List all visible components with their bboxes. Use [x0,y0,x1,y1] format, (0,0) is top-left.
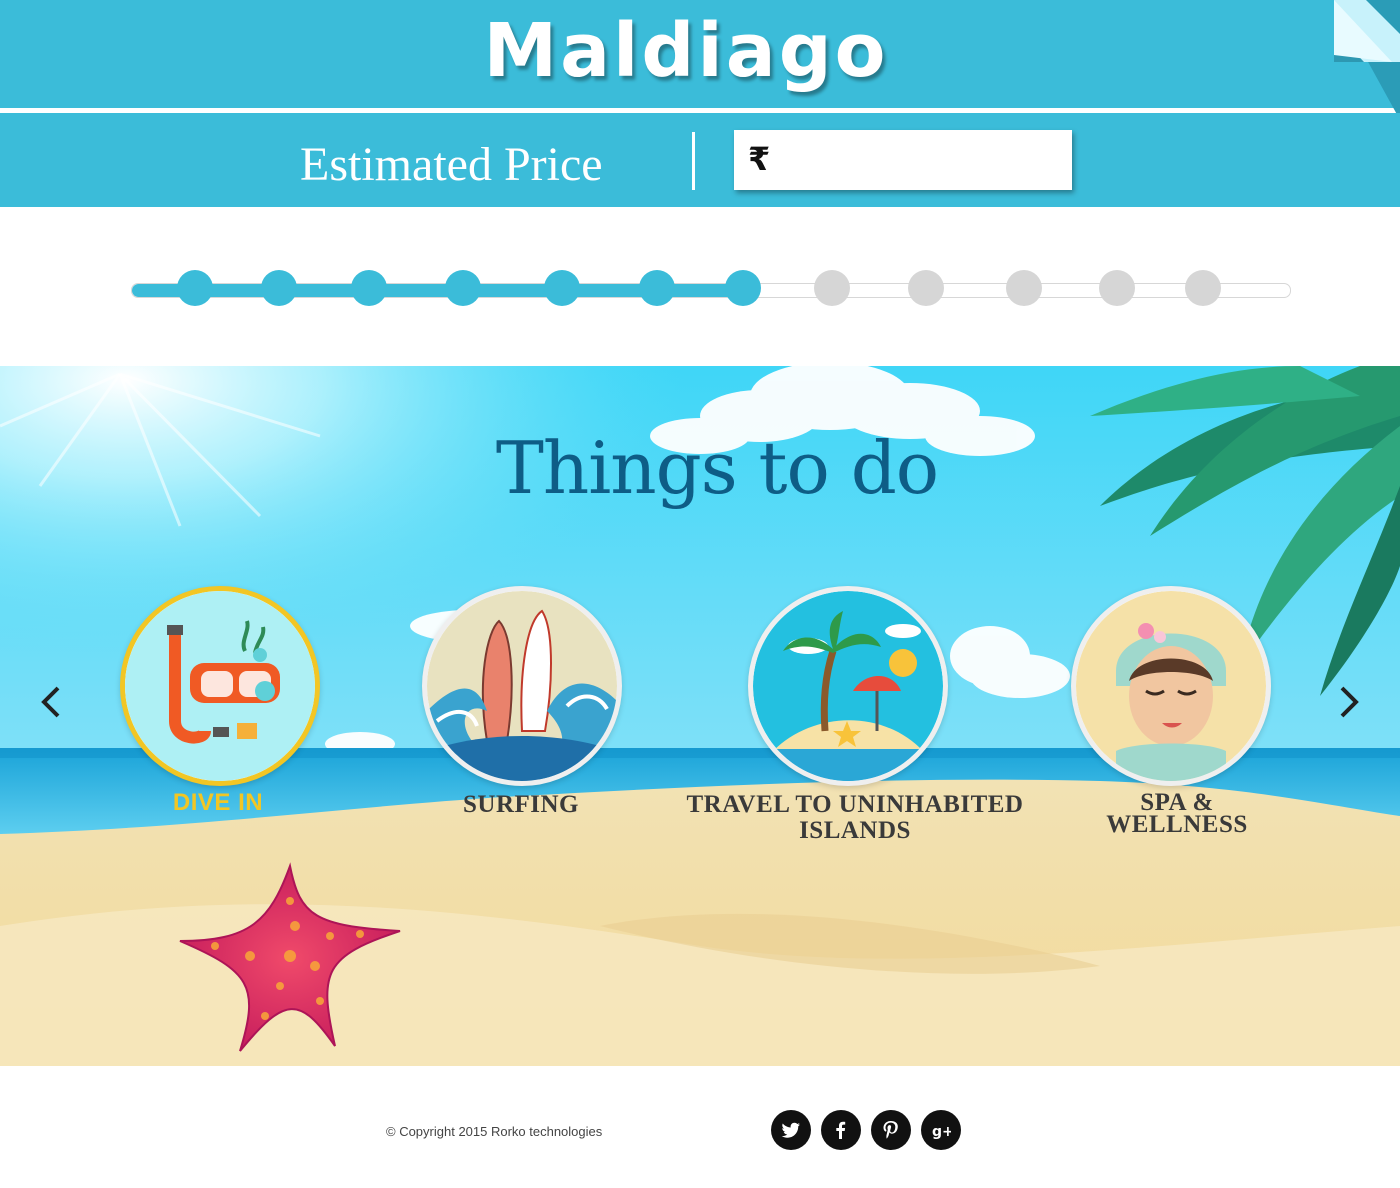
spa-woman-icon [1076,591,1266,781]
progress-step[interactable] [639,270,675,306]
activity-image[interactable] [120,586,320,786]
progress-step[interactable] [544,270,580,306]
pinterest-icon[interactable] [871,1110,911,1150]
progress-step[interactable] [1099,270,1135,306]
google-plus-icon[interactable]: g+ [921,1110,961,1150]
estimated-price-bar: Estimated Price ₹ [0,113,1400,207]
activity-image[interactable] [1071,586,1271,786]
progress-step[interactable] [1006,270,1042,306]
estimated-price-field[interactable]: ₹ [734,130,1072,190]
activity-label-surfing[interactable]: SURFING [420,792,622,818]
surfboards-wave-icon [427,591,617,781]
activity-spa-wellness[interactable] [1071,586,1271,786]
progress-step[interactable] [814,270,850,306]
snorkel-mask-icon [125,591,315,781]
palm-island-icon [753,591,943,781]
progress-step[interactable] [445,270,481,306]
twitter-icon[interactable] [771,1110,811,1150]
estimated-price-label: Estimated Price [300,138,603,191]
progress-step[interactable] [908,270,944,306]
activity-label-dive-in[interactable]: DIVE IN [118,790,318,816]
progress-step[interactable] [725,270,761,306]
progress-step[interactable] [1185,270,1221,306]
activity-image[interactable] [748,586,948,786]
progress-step[interactable] [351,270,387,306]
progress-step[interactable] [177,270,213,306]
progress-step[interactable] [261,270,297,306]
site-header: Maldiago [0,0,1400,108]
activity-label-spa-wellness[interactable]: SPA & WELLNESS [1070,790,1284,837]
facebook-icon[interactable] [821,1110,861,1150]
chevron-left-icon[interactable] [36,682,66,722]
activity-label-travel-islands[interactable]: TRAVEL TO UNINHABITED ISLANDS [660,792,1050,844]
rupee-icon: ₹ [748,140,771,178]
activity-travel-islands[interactable] [748,586,948,786]
activity-dive-in[interactable] [120,586,320,786]
svg-text:g+: g+ [932,1124,951,1140]
activity-image[interactable] [422,586,622,786]
chevron-right-icon[interactable] [1334,682,1364,722]
things-to-do-title: Things to do [495,426,939,510]
divider [692,132,695,190]
page-fold-corner [1334,0,1400,120]
activity-surfing[interactable] [422,586,622,786]
copyright-text: © Copyright 2015 Rorko technologies [386,1124,603,1139]
things-to-do-section: Things to do DIVE IN SURFING TRAVEL TO U… [0,366,1400,1066]
brand-logo[interactable]: Maldiago [0,8,1372,94]
